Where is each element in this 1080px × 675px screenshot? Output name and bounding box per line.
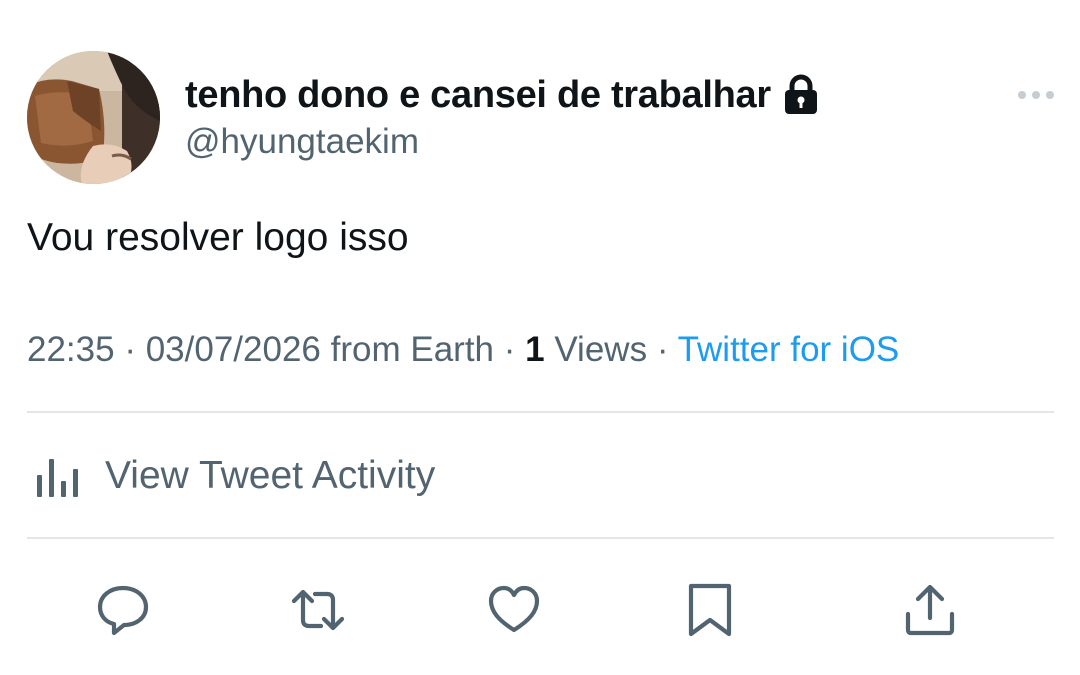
share-button[interactable] (900, 580, 960, 640)
retweet-button[interactable] (288, 580, 348, 640)
tweet-location: from Earth (330, 330, 495, 369)
bookmark-button[interactable] (680, 580, 740, 640)
reply-icon (97, 585, 149, 636)
view-tweet-activity-label: View Tweet Activity (105, 454, 436, 497)
tweet-source-link[interactable]: Twitter for iOS (678, 330, 900, 369)
reply-button[interactable] (93, 580, 153, 640)
like-button[interactable] (484, 580, 544, 640)
tweet-time[interactable]: 22:35 (27, 330, 115, 369)
avatar-photo (27, 51, 160, 184)
meta-separator: · (656, 330, 669, 369)
meta-separator: · (503, 330, 516, 369)
views-label: Views (554, 330, 648, 369)
heart-icon (488, 585, 540, 633)
author-handle[interactable]: @hyungtaekim (185, 122, 419, 162)
more-options-icon[interactable] (1014, 85, 1058, 105)
retweet-icon (291, 589, 345, 631)
avatar[interactable] (27, 51, 160, 184)
bar-chart-icon (37, 459, 78, 497)
bookmark-icon (688, 583, 732, 637)
tweet-date[interactable]: 03/07/2026 (146, 330, 321, 369)
meta-separator: · (124, 330, 136, 369)
divider (27, 537, 1054, 539)
view-tweet-activity-button[interactable]: View Tweet Activity (35, 450, 435, 502)
author-name-row[interactable]: tenho dono e cansei de trabalhar (185, 70, 821, 120)
share-icon (905, 584, 955, 636)
display-name[interactable]: tenho dono e cansei de trabalhar (185, 74, 771, 117)
views-count: 1 (525, 330, 545, 369)
lock-icon (784, 74, 817, 114)
tweet-meta: 22:35 · 03/07/2026 from Earth · 1 Views … (27, 330, 899, 370)
divider (27, 411, 1054, 413)
tweet-text: Vou resolver logo isso (27, 216, 409, 259)
